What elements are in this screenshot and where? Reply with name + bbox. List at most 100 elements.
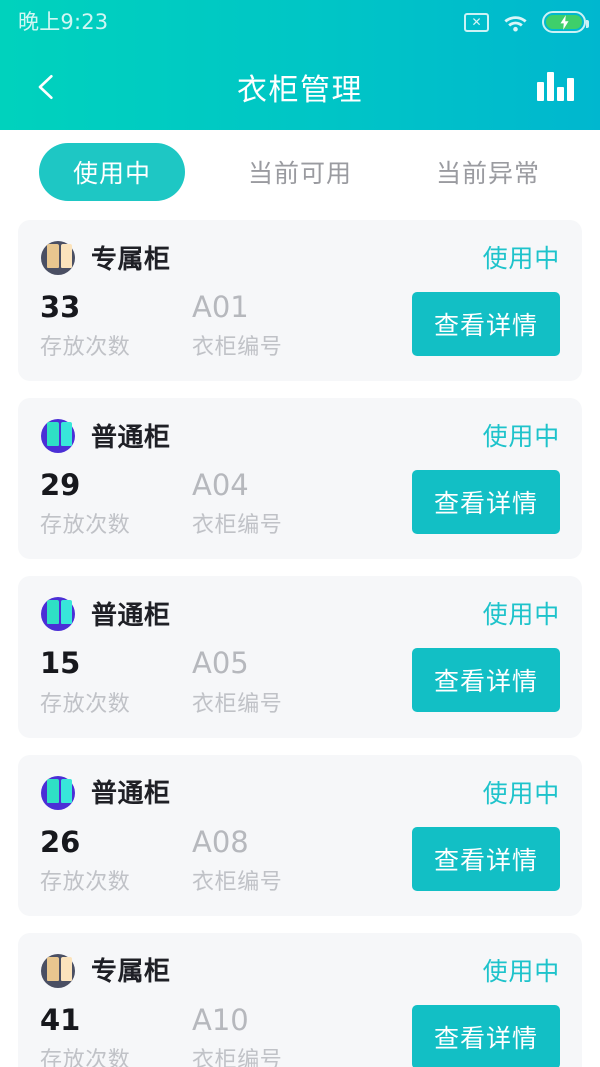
locker-code-label: 衣柜编号 [192,513,283,539]
locker-door-right [60,422,72,447]
dedicated-locker-icon [40,951,78,989]
stat-code: A05 衣柜编号 [192,646,344,717]
locker-type: 普通柜 [91,779,171,810]
locker-icon-body [47,778,72,803]
locker-card-body: 29 存放次数 A04 衣柜编号 查看详情 [40,468,560,539]
locker-card-body: 15 存放次数 A05 衣柜编号 查看详情 [40,646,560,717]
bar-chart-icon[interactable] [532,65,578,109]
locker-door-right [60,600,72,625]
view-detail-button[interactable]: 查看详情 [411,470,560,535]
locker-code-value: A08 [192,824,249,859]
locker-icon-body [47,244,72,268]
chart-bar-1 [536,82,544,101]
locker-door-right [60,244,72,268]
chevron-left-icon [38,75,53,99]
status-bar-icons: ✕ [464,11,589,33]
locker-code-label: 衣柜编号 [192,691,283,717]
stat-count: 26 存放次数 [40,825,192,896]
locker-code-label: 衣柜编号 [192,1048,283,1067]
tab-available-label: 当前可用 [247,159,352,188]
view-detail-button[interactable]: 查看详情 [411,1004,560,1067]
locker-code-label: 衣柜编号 [192,869,283,895]
back-button[interactable] [22,63,70,111]
tab-bar: 使用中 当前可用 当前异常 [0,130,600,214]
status-bar: 晚上9:23 ✕ [0,0,600,44]
store-count-label: 存放次数 [40,691,131,717]
stat-code: A08 衣柜编号 [192,825,344,896]
store-count-value: 26 [40,824,81,859]
locker-type: 普通柜 [91,422,171,453]
store-count-value: 15 [40,646,81,681]
locker-card-header: 普通柜 使用中 [40,594,560,632]
status-badge: 使用中 [482,956,560,986]
locker-type: 专属柜 [91,244,171,275]
chart-bar-3 [556,87,564,101]
locker-type: 普通柜 [91,600,171,631]
view-detail-button[interactable]: 查看详情 [411,292,560,356]
tab-in-use[interactable]: 使用中 [18,143,206,201]
store-count-value: 33 [40,290,81,324]
locker-card-header: 普通柜 使用中 [40,416,560,454]
store-count-label: 存放次数 [40,1048,131,1067]
status-bar-time: 晚上9:23 [18,9,109,34]
tab-available[interactable]: 当前可用 [206,144,394,200]
stat-count: 33 存放次数 [40,290,192,361]
status-badge: 使用中 [482,778,560,808]
locker-card-body: 33 存放次数 A01 衣柜编号 查看详情 [40,290,560,361]
tab-abnormal-label: 当前异常 [435,159,540,188]
locker-card-header: 专属柜 使用中 [40,238,560,276]
stat-count: 29 存放次数 [40,468,192,539]
locker-card[interactable]: 专属柜 使用中 33 存放次数 A01 衣柜编号 查看详情 [18,220,582,382]
store-count-value: 41 [40,1002,81,1037]
locker-door-left [47,778,59,803]
store-count-value: 29 [40,468,81,503]
chart-bar-2 [546,72,554,101]
status-badge: 使用中 [482,422,560,452]
locker-card[interactable]: 专属柜 使用中 41 存放次数 A10 衣柜编号 查看详情 [18,932,582,1067]
store-count-label: 存放次数 [40,513,131,539]
locker-card-body: 41 存放次数 A10 衣柜编号 查看详情 [40,1003,560,1067]
standard-locker-icon [40,773,78,811]
tab-in-use-label: 使用中 [38,143,185,201]
stat-code: A01 衣柜编号 [192,290,344,361]
locker-code-value: A01 [192,290,249,324]
locker-icon-body [47,600,72,625]
locker-type: 专属柜 [91,957,171,988]
locker-card[interactable]: 普通柜 使用中 29 存放次数 A04 衣柜编号 查看详情 [18,398,582,560]
wifi-icon [502,12,529,32]
stat-code: A04 衣柜编号 [192,468,344,539]
locker-card-header: 普通柜 使用中 [40,773,560,811]
locker-card-header: 专属柜 使用中 [40,951,560,989]
page-title: 衣柜管理 [237,73,363,108]
locker-door-left [47,956,59,981]
stat-count: 15 存放次数 [40,646,192,717]
app-header: 衣柜管理 [0,44,600,130]
locker-code-label: 衣柜编号 [192,335,283,361]
locker-card[interactable]: 普通柜 使用中 26 存放次数 A08 衣柜编号 查看详情 [18,754,582,916]
chart-bar-4 [566,78,574,101]
locker-door-right [60,778,72,803]
view-detail-button[interactable]: 查看详情 [411,826,560,891]
standard-locker-icon [40,416,78,454]
locker-icon-body [47,422,72,447]
status-badge: 使用中 [482,244,560,273]
stat-code: A10 衣柜编号 [192,1003,344,1067]
battery-charging-icon [542,11,589,33]
battery-fill [546,14,582,30]
view-detail-button[interactable]: 查看详情 [411,648,560,713]
locker-door-right [60,956,72,981]
locker-card[interactable]: 普通柜 使用中 15 存放次数 A05 衣柜编号 查看详情 [18,576,582,738]
locker-list: 专属柜 使用中 33 存放次数 A01 衣柜编号 查看详情 普通柜 使用中 29… [0,214,600,1067]
locker-code-value: A05 [192,646,249,681]
store-count-label: 存放次数 [40,335,131,361]
locker-door-left [47,244,59,268]
locker-code-value: A04 [192,468,249,503]
locker-code-value: A10 [192,1002,249,1037]
standard-locker-icon [40,594,78,632]
tab-abnormal[interactable]: 当前异常 [394,144,582,200]
locker-card-body: 26 存放次数 A08 衣柜编号 查看详情 [40,825,560,896]
app-screen: 晚上9:23 ✕ 衣柜管理 使用中 当前可用 当前异常 专属柜 使用中 33 存… [0,0,600,1067]
store-count-label: 存放次数 [40,869,131,895]
locker-icon-body [47,956,72,981]
status-badge: 使用中 [482,600,560,630]
